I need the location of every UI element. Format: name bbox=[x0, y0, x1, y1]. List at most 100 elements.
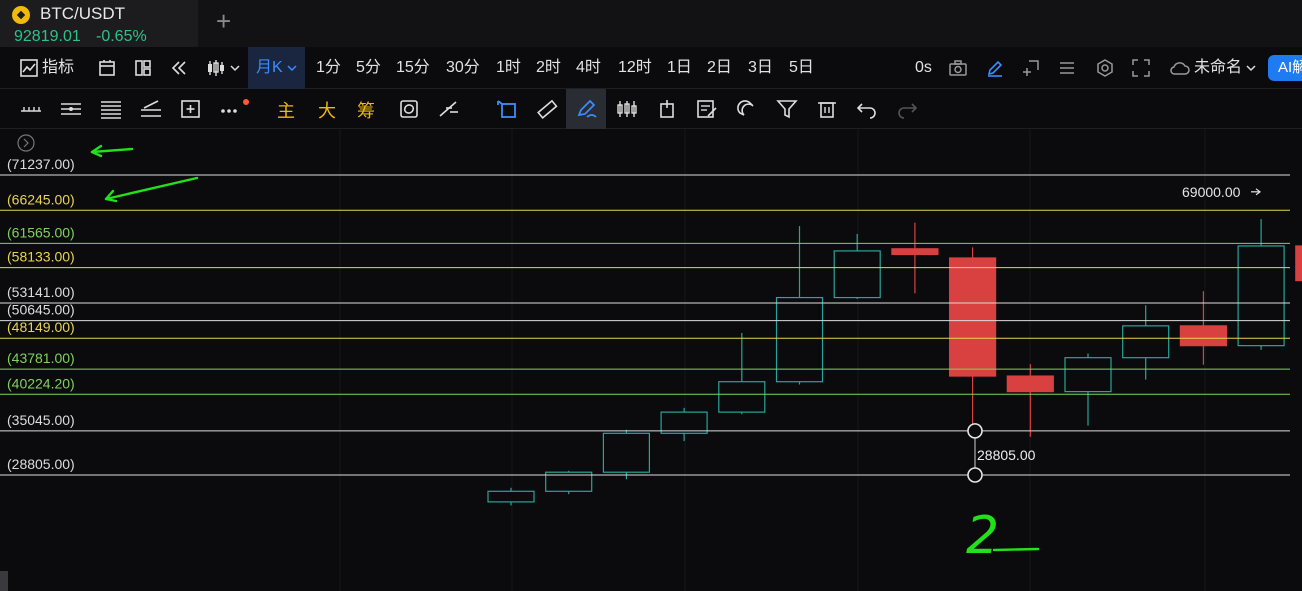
chevron-down-icon[interactable] bbox=[230, 64, 240, 72]
interval-1m[interactable]: 1分 bbox=[316, 47, 341, 89]
chart-area[interactable]: (71237.00) (66245.00) (61565.00) (58133.00)… bbox=[0, 129, 1302, 591]
interval-15m[interactable]: 15分 bbox=[396, 47, 430, 89]
horizontal-line-tool[interactable] bbox=[50, 89, 90, 129]
collapse-icon[interactable] bbox=[17, 134, 35, 152]
ruler-tool[interactable] bbox=[526, 89, 566, 129]
candle-body[interactable] bbox=[891, 248, 939, 256]
layout-chevron-icon[interactable] bbox=[1246, 64, 1256, 72]
annotation-arrow-1[interactable] bbox=[90, 147, 134, 154]
trend-line-tool[interactable] bbox=[130, 89, 170, 129]
magnet-tool[interactable] bbox=[726, 89, 766, 129]
price-level-label: (48149.00) bbox=[7, 319, 75, 335]
chip-distribution-button[interactable]: 筹 bbox=[357, 97, 375, 123]
candle-body[interactable] bbox=[1179, 325, 1228, 347]
horizontal-ray-icon bbox=[21, 107, 41, 112]
left-panel-handle[interactable] bbox=[0, 571, 8, 591]
candle-body[interactable] bbox=[1064, 357, 1112, 393]
interval-12h[interactable]: 12时 bbox=[618, 47, 652, 89]
redo-icon bbox=[898, 103, 918, 119]
settings-icon[interactable] bbox=[1096, 59, 1114, 77]
add-tab-button[interactable]: + bbox=[216, 6, 231, 36]
pattern-tool[interactable] bbox=[606, 89, 646, 129]
timer-label[interactable]: 0s bbox=[915, 47, 932, 89]
interval-5m[interactable]: 5分 bbox=[356, 47, 381, 89]
position-tool[interactable] bbox=[646, 89, 686, 129]
measure-tool[interactable] bbox=[170, 89, 210, 129]
main-indicator-button[interactable]: 主 bbox=[277, 97, 295, 123]
interval-1h[interactable]: 1时 bbox=[496, 47, 521, 89]
measure-handle-top[interactable] bbox=[967, 423, 983, 439]
note-tool[interactable] bbox=[686, 89, 726, 129]
horizontal-ray-tool[interactable] bbox=[10, 89, 50, 129]
more-icon bbox=[221, 99, 249, 113]
big-order-button[interactable]: 大 bbox=[318, 97, 336, 123]
drawing-toolbar: 主 大 筹 bbox=[0, 89, 1302, 129]
brush-icon bbox=[577, 99, 597, 118]
undo-icon bbox=[856, 103, 876, 119]
candle-body[interactable] bbox=[948, 257, 997, 377]
indicators-button[interactable]: 指标 bbox=[42, 47, 74, 89]
horizontal-line-icon bbox=[61, 103, 81, 115]
brush-tool[interactable] bbox=[566, 89, 606, 129]
candlestick-chart[interactable]: (71237.00) (66245.00) (61565.00) (58133.00)… bbox=[0, 129, 1302, 591]
candle-body[interactable] bbox=[1122, 325, 1170, 359]
interval-3d[interactable]: 3日 bbox=[748, 47, 773, 89]
annotation-number[interactable]: 2 bbox=[966, 506, 999, 566]
split-layout-icon[interactable] bbox=[134, 59, 152, 77]
sync-tool[interactable] bbox=[388, 89, 428, 129]
candle-body[interactable] bbox=[660, 411, 708, 434]
price-level-label: (50645.00) bbox=[7, 302, 75, 318]
ai-button[interactable]: AI解 bbox=[1268, 55, 1302, 81]
camera-icon[interactable] bbox=[949, 59, 967, 77]
annotation-arrow-2[interactable] bbox=[104, 176, 199, 201]
interval-active-button[interactable]: 月K bbox=[248, 47, 306, 89]
template-icon[interactable] bbox=[98, 59, 116, 77]
note-icon bbox=[697, 100, 717, 118]
draw-cursor-tool[interactable] bbox=[486, 89, 526, 129]
ruler-icon bbox=[537, 99, 558, 119]
interval-30m[interactable]: 30分 bbox=[446, 47, 480, 89]
candle-body[interactable] bbox=[487, 490, 535, 503]
symbol-title: BTC/USDT bbox=[40, 4, 125, 23]
sync-icon bbox=[400, 100, 418, 118]
price-level-label: (43781.00) bbox=[7, 350, 75, 366]
delete-tool[interactable] bbox=[806, 89, 846, 129]
candle-type-icon[interactable] bbox=[206, 59, 226, 77]
compare-tool[interactable] bbox=[428, 89, 468, 129]
candle-body[interactable] bbox=[718, 381, 766, 413]
filter-icon bbox=[776, 100, 798, 119]
candle-body[interactable] bbox=[833, 250, 881, 299]
layout-name[interactable]: 未命名 bbox=[1194, 47, 1242, 89]
candle-body[interactable] bbox=[1295, 245, 1302, 282]
list-icon[interactable] bbox=[1058, 59, 1076, 77]
symbol-tab[interactable]: BTC/USDT 92819.01 -0.65% bbox=[0, 0, 198, 47]
candle-body[interactable] bbox=[602, 432, 651, 473]
measure-handle-bottom[interactable] bbox=[967, 467, 983, 483]
price-level-label: (28805.00) bbox=[7, 456, 75, 472]
interval-1d[interactable]: 1日 bbox=[667, 47, 692, 89]
parallel-channel-tool[interactable] bbox=[90, 89, 130, 129]
fullscreen-icon[interactable] bbox=[1132, 59, 1150, 77]
filter-tool[interactable] bbox=[766, 89, 806, 129]
interval-5d[interactable]: 5日 bbox=[789, 47, 814, 89]
indicator-icon[interactable] bbox=[20, 59, 38, 77]
add-window-icon[interactable] bbox=[1022, 59, 1040, 77]
interval-2d[interactable]: 2日 bbox=[707, 47, 732, 89]
price-level-label: (53141.00) bbox=[7, 284, 75, 300]
candle-body[interactable] bbox=[1006, 375, 1054, 393]
price-level-label: (40224.20) bbox=[7, 375, 75, 391]
price-level-label: (35045.00) bbox=[7, 412, 75, 428]
interval-4h[interactable]: 4时 bbox=[576, 47, 601, 89]
last-price: 92819.01 bbox=[14, 28, 81, 45]
magnet-icon bbox=[737, 100, 754, 116]
more-tools[interactable] bbox=[210, 89, 250, 129]
price-level-label: (66245.00) bbox=[7, 191, 75, 207]
candle-body[interactable] bbox=[1237, 245, 1285, 347]
redo-button[interactable] bbox=[886, 89, 926, 129]
cloud-icon[interactable] bbox=[1170, 60, 1190, 76]
measure-icon bbox=[181, 100, 200, 118]
interval-2h[interactable]: 2时 bbox=[536, 47, 561, 89]
undo-button[interactable] bbox=[846, 89, 886, 129]
replay-icon[interactable] bbox=[170, 59, 188, 77]
pen-icon[interactable] bbox=[986, 59, 1004, 77]
